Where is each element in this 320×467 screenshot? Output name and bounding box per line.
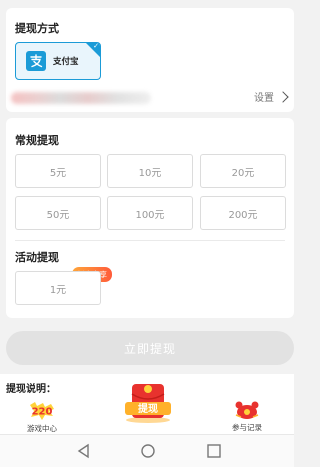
amount-option-20[interactable]: 20元 — [200, 154, 286, 188]
withdraw-amounts-card: 常规提现 5元 10元 20元 50元 100元 200元 活动提现 新人专享 … — [6, 118, 294, 318]
regular-section-title: 常规提现 — [15, 134, 59, 147]
activity-amount-1[interactable]: 1元 — [15, 271, 101, 305]
withdraw-explanation-title: 提现说明： — [6, 384, 56, 395]
amount-option-10[interactable]: 10元 — [107, 154, 193, 188]
payment-method-card: 提现方式 支付宝 ✓ 设置 — [6, 8, 294, 112]
game-center-button[interactable]: 220 游戏中心 — [27, 401, 57, 434]
section-divider — [15, 240, 285, 241]
alipay-label: 支付宝 — [53, 57, 79, 67]
settings-label: 设置 — [254, 93, 274, 104]
game-center-icon: 220 — [30, 402, 54, 420]
amount-option-5[interactable]: 5元 — [15, 154, 101, 188]
recents-icon[interactable] — [206, 443, 222, 459]
chevron-right-icon — [277, 90, 289, 103]
red-envelope-icon[interactable]: 提现 — [123, 380, 173, 424]
records-label: 参与记录 — [232, 423, 262, 432]
back-icon[interactable] — [76, 443, 92, 459]
records-button[interactable]: 参与记录 — [232, 400, 262, 433]
game-logo-text: 220 — [32, 407, 53, 418]
system-nav-bar — [0, 434, 294, 467]
records-icon — [235, 401, 259, 419]
check-icon: ✓ — [93, 42, 99, 50]
payment-section-title: 提现方式 — [15, 22, 59, 35]
alipay-option[interactable]: 支付宝 ✓ — [15, 42, 101, 80]
game-center-label: 游戏中心 — [27, 424, 57, 433]
withdraw-icon-text: 提现 — [138, 402, 158, 415]
settings-link[interactable]: 设置 — [254, 89, 289, 104]
amount-option-200[interactable]: 200元 — [200, 196, 286, 230]
amount-option-50[interactable]: 50元 — [15, 196, 101, 230]
masked-account — [11, 92, 151, 104]
home-icon[interactable] — [140, 443, 156, 459]
activity-section-title: 活动提现 — [15, 251, 59, 264]
alipay-icon — [26, 51, 46, 71]
amount-option-100[interactable]: 100元 — [107, 196, 193, 230]
withdraw-now-button[interactable]: 立即提现 — [6, 331, 294, 365]
